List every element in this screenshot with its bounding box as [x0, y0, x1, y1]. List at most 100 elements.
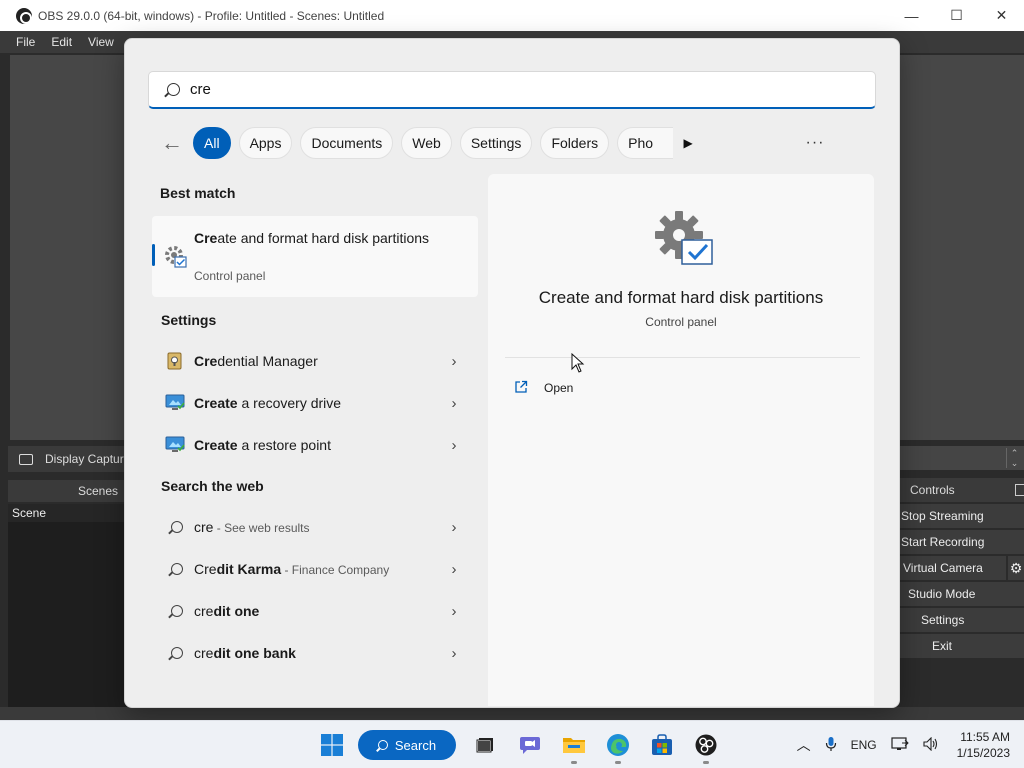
- start-recording-button[interactable]: Start Recording: [898, 530, 1024, 554]
- search-web-header: Search the web: [161, 478, 264, 494]
- search-icon: [171, 521, 183, 533]
- search-icon: [171, 605, 183, 617]
- menu-edit[interactable]: Edit: [43, 35, 80, 49]
- filter-row: ← All Apps Documents Web Settings Folder…: [155, 126, 697, 160]
- result-label: cre - See web results: [194, 519, 310, 535]
- task-view-icon[interactable]: [466, 729, 506, 761]
- filter-documents[interactable]: Documents: [300, 127, 394, 159]
- result-label: Create a restore point: [194, 437, 331, 453]
- result-recovery-drive[interactable]: Create a recovery drive ›: [152, 384, 472, 422]
- chevron-right-icon[interactable]: ›: [444, 395, 464, 412]
- preview-title: Create and format hard disk partitions: [538, 288, 824, 307]
- filter-photos[interactable]: Pho: [617, 127, 674, 159]
- scene-list-item[interactable]: Scene: [8, 504, 128, 522]
- chevron-up-icon[interactable]: ︿: [797, 735, 811, 755]
- chevron-right-icon[interactable]: ›: [444, 353, 464, 370]
- monitor-icon: [164, 392, 186, 414]
- taskbar: Search ︿ ENG 11:55 AM 1/15/2023: [0, 720, 1024, 768]
- system-tray: ︿ ENG 11:55 AM 1/15/2023: [797, 721, 1024, 768]
- obs-studio-icon[interactable]: [686, 729, 726, 764]
- running-indicator: [703, 761, 709, 764]
- virtual-camera-row: Virtual Camera ⚙: [898, 556, 1024, 580]
- result-label: credit one bank: [194, 645, 296, 661]
- minimize-button[interactable]: —: [889, 0, 934, 31]
- studio-mode-button[interactable]: Studio Mode: [898, 582, 1024, 606]
- web-result-credit-karma[interactable]: Credit Karma - Finance Company ›: [152, 550, 472, 588]
- best-match-result[interactable]: Create and format hard disk partitions C…: [152, 216, 478, 297]
- edge-browser-icon[interactable]: [598, 729, 638, 764]
- obs-preview-area-right: [895, 55, 1024, 440]
- virtual-camera-button[interactable]: Virtual Camera: [898, 556, 1006, 580]
- filter-folders[interactable]: Folders: [540, 127, 610, 159]
- taskbar-search-label: Search: [394, 737, 437, 753]
- microphone-icon[interactable]: [825, 736, 837, 755]
- best-match-header: Best match: [160, 185, 236, 201]
- obs-title-bar: OBS 29.0.0 (64-bit, windows) - Profile: …: [0, 0, 1024, 31]
- web-result-credit-one[interactable]: credit one ›: [152, 592, 472, 630]
- language-indicator[interactable]: ENG: [851, 738, 877, 752]
- file-explorer-icon[interactable]: [554, 729, 594, 764]
- running-indicator: [571, 761, 577, 764]
- microsoft-store-icon[interactable]: [642, 729, 682, 761]
- clock-time: 11:55 AM: [960, 730, 1010, 744]
- result-label: Credential Manager: [194, 353, 318, 369]
- search-icon: [171, 647, 183, 659]
- result-credential-manager[interactable]: Credential Manager ›: [152, 342, 472, 380]
- obs-preview-area: [10, 55, 130, 440]
- web-result-cre[interactable]: cre - See web results ›: [152, 508, 472, 546]
- obs-dock-toolbar: [0, 707, 1024, 720]
- open-label: Open: [544, 381, 574, 395]
- best-match-category: Control panel: [194, 269, 266, 283]
- back-arrow-icon[interactable]: ←: [155, 127, 189, 159]
- chevron-right-icon[interactable]: ›: [444, 561, 464, 578]
- search-box[interactable]: [148, 71, 876, 109]
- web-search-icon-wrap: [164, 600, 186, 622]
- more-options-button[interactable]: ···: [800, 128, 830, 158]
- web-search-icon-wrap: [164, 558, 186, 580]
- best-match-title: Create and format hard disk partitions: [194, 230, 430, 246]
- volume-icon[interactable]: [923, 736, 939, 754]
- chat-icon[interactable]: [510, 729, 550, 761]
- mouse-cursor-icon: [571, 352, 585, 376]
- search-icon: [167, 83, 180, 96]
- filter-web[interactable]: Web: [401, 127, 452, 159]
- web-search-icon-wrap: [164, 516, 186, 538]
- spin-arrows-icon[interactable]: ⌃ ⌄: [1006, 448, 1022, 468]
- settings-button[interactable]: Settings: [898, 608, 1024, 632]
- stop-streaming-button[interactable]: Stop Streaming: [898, 504, 1024, 528]
- result-restore-point[interactable]: Create a restore point ›: [152, 426, 472, 464]
- result-label: Credit Karma - Finance Company: [194, 561, 390, 577]
- filter-settings[interactable]: Settings: [459, 127, 533, 159]
- open-action[interactable]: Open: [505, 376, 573, 400]
- result-label: credit one: [194, 603, 260, 619]
- menu-file[interactable]: File: [0, 35, 43, 49]
- gear-icon[interactable]: ⚙: [1006, 556, 1024, 580]
- chevron-right-icon[interactable]: ›: [444, 645, 464, 662]
- filter-apps[interactable]: Apps: [238, 127, 293, 159]
- obs-logo-icon: [16, 7, 32, 24]
- chevron-right-icon[interactable]: ›: [444, 437, 464, 454]
- chevron-right-icon[interactable]: ›: [444, 603, 464, 620]
- maximize-button[interactable]: ☐: [934, 0, 979, 31]
- search-input[interactable]: [190, 81, 790, 98]
- result-label: Create a recovery drive: [194, 395, 342, 411]
- selection-accent: [152, 244, 155, 266]
- disk-management-icon: [164, 245, 188, 272]
- taskbar-search-button[interactable]: Search: [358, 730, 456, 760]
- clock[interactable]: 11:55 AM 1/15/2023: [957, 729, 1010, 761]
- filter-all[interactable]: All: [193, 127, 231, 159]
- network-icon[interactable]: [891, 736, 909, 755]
- scroll-right-arrow-icon[interactable]: ▶: [679, 127, 697, 159]
- taskbar-apps: Search: [312, 729, 730, 764]
- menu-view[interactable]: View: [80, 35, 122, 49]
- chevron-right-icon[interactable]: ›: [444, 519, 464, 536]
- exit-button[interactable]: Exit: [898, 634, 1024, 658]
- monitor-icon: [164, 434, 186, 456]
- obs-source-toolbar-right: ⌃ ⌄: [898, 446, 1024, 470]
- close-button[interactable]: ✕: [979, 0, 1024, 31]
- search-icon: [377, 740, 388, 750]
- source-label[interactable]: Display Captur: [45, 452, 124, 466]
- start-button-windows-icon[interactable]: [312, 729, 352, 761]
- controls-dock: Controls Stop Streaming Start Recording …: [898, 478, 1024, 710]
- web-result-credit-one-bank[interactable]: credit one bank ›: [152, 634, 472, 672]
